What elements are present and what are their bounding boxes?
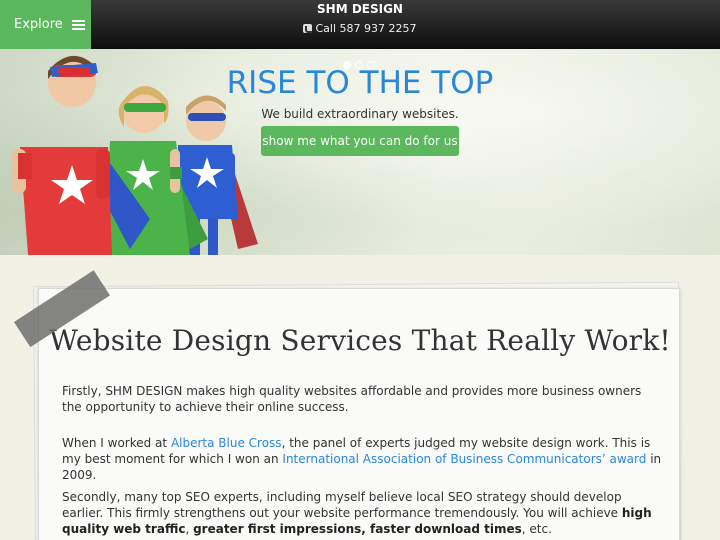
seo-bold-impressions: greater first impressions, faster downlo… [193, 522, 522, 536]
paragraph-seo: Secondly, many top SEO experts, includin… [62, 489, 662, 537]
content-card: Website Design Services That Really Work… [38, 288, 680, 540]
site-brand[interactable]: SHM DESIGN [0, 2, 720, 16]
paragraph-award: When I worked at Alberta Blue Cross, the… [62, 435, 662, 483]
seo-text-a: Secondly, many top SEO experts, includin… [62, 490, 622, 520]
hero-banner: RISE TO THE TOP We build extraordinary w… [0, 49, 720, 255]
iabc-award-link[interactable]: International Association of Business Co… [282, 452, 646, 466]
seo-text-sep: , [185, 522, 194, 536]
phone-text: Call 587 937 2257 [315, 22, 417, 35]
seo-text-c: , etc. [521, 522, 552, 536]
show-me-cta-button[interactable]: show me what you can do for us [261, 126, 459, 156]
phone-link[interactable]: Call 587 937 2257 [0, 22, 720, 35]
hero-title: RISE TO THE TOP [226, 65, 494, 101]
hero-subtitle: We build extraordinary websites. [261, 107, 459, 121]
phone-icon [303, 24, 313, 33]
paragraph-intro: Firstly, SHM DESIGN makes high quality w… [62, 384, 642, 414]
award-text-a: When I worked at [62, 436, 171, 450]
alberta-blue-cross-link[interactable]: Alberta Blue Cross [171, 436, 282, 450]
top-bar: Explore SHM DESIGN Call 587 937 2257 [0, 0, 720, 49]
section-title: Website Design Services That Really Work… [49, 324, 671, 357]
